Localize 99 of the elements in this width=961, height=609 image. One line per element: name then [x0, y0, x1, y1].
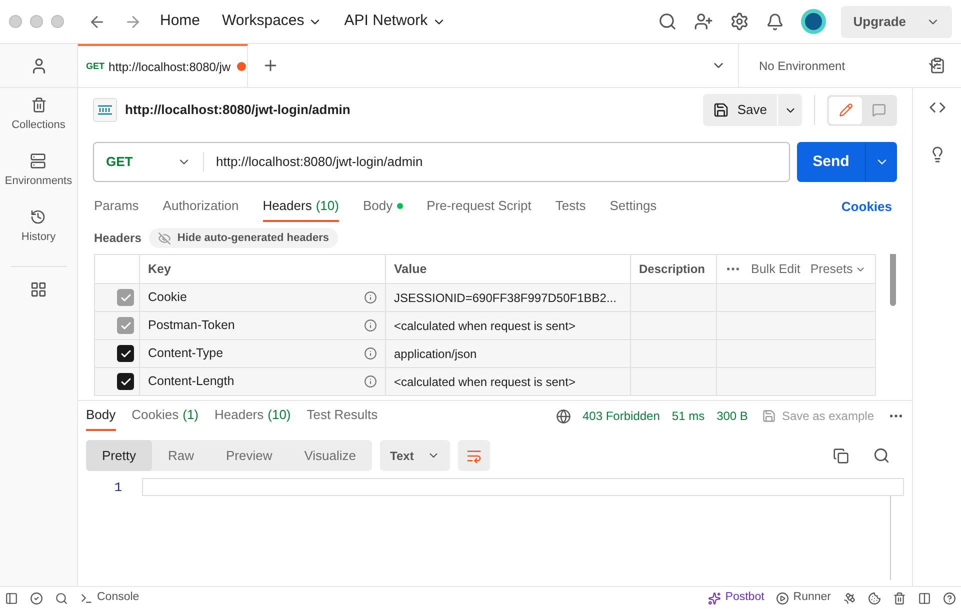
- request-option-tab[interactable]: Pre-request Script: [426, 192, 532, 222]
- request-option-tab[interactable]: Authorization: [162, 192, 239, 222]
- wrap-icon: [466, 448, 482, 464]
- view-mode-tab[interactable]: Visualize: [288, 440, 372, 471]
- comment-icon: [872, 103, 886, 117]
- column-header: Value: [386, 255, 631, 283]
- header-key: Cookie: [148, 288, 364, 307]
- response-time: 51 ms: [672, 408, 705, 425]
- help-icon[interactable]: [943, 592, 956, 604]
- search-icon[interactable]: [55, 592, 68, 604]
- checkbox[interactable]: [117, 345, 134, 362]
- invite-user-icon[interactable]: [694, 12, 714, 31]
- hide-headers-toggle[interactable]: Hide auto-generated headers: [149, 228, 338, 248]
- terminal-icon: [80, 592, 93, 604]
- sidebar-item[interactable]: Collections: [12, 97, 66, 144]
- header-value: JSESSIONID=690FF38F997D50F1BB2...: [394, 290, 616, 306]
- trash-icon[interactable]: [893, 592, 906, 604]
- postbot-button[interactable]: Postbot: [708, 589, 764, 607]
- info-icon[interactable]: [364, 291, 377, 304]
- check-icon: [120, 292, 132, 304]
- status-code: 403 Forbidden: [582, 408, 660, 425]
- request-tab[interactable]: GET http://localhost:8080/jw: [78, 44, 248, 87]
- header-key: Content-Length: [148, 372, 364, 391]
- request-option-tab[interactable]: Params: [94, 192, 139, 222]
- info-icon[interactable]: [364, 319, 377, 332]
- save-button[interactable]: Save: [703, 94, 777, 126]
- request-option-tab[interactable]: Settings: [610, 192, 657, 222]
- method-label: GET: [86, 60, 105, 73]
- view-mode-tab[interactable]: Raw: [152, 440, 210, 471]
- line-number: 1: [114, 479, 122, 497]
- settings-icon[interactable]: [730, 12, 750, 31]
- avatar-icon[interactable]: [801, 9, 826, 34]
- globe-icon[interactable]: [556, 408, 570, 424]
- play-icon: [776, 592, 790, 604]
- environment-quick-look-icon[interactable]: [928, 57, 946, 74]
- sidebar-item-icon: [30, 97, 46, 113]
- request-option-tab[interactable]: Headers (10): [262, 192, 339, 222]
- check-icon: [120, 320, 132, 332]
- satellite-icon[interactable]: [843, 592, 856, 604]
- environment-select[interactable]: No Environment: [739, 44, 961, 87]
- top-nav-menu[interactable]: Home: [160, 10, 200, 33]
- sidebar-toggle-icon[interactable]: [5, 592, 18, 604]
- top-nav-menu[interactable]: Workspaces: [222, 10, 322, 33]
- search-icon[interactable]: [658, 12, 678, 31]
- cookies-link[interactable]: Cookies: [841, 197, 892, 217]
- info-icon[interactable]: [364, 375, 377, 388]
- view-mode-tab[interactable]: Preview: [210, 440, 288, 471]
- format-select[interactable]: Text: [380, 440, 450, 471]
- top-nav-menu[interactable]: API Network: [344, 10, 446, 33]
- cookie-icon[interactable]: [868, 592, 881, 604]
- url-field[interactable]: GET http://localhost:8080/jwt-login/admin: [93, 142, 790, 182]
- check-icon: [120, 376, 132, 388]
- header-value: application/json: [394, 346, 477, 362]
- request-option-tab[interactable]: Tests: [555, 192, 586, 222]
- runner-button[interactable]: Runner: [776, 589, 831, 607]
- pencil-icon: [838, 103, 852, 117]
- copy-icon[interactable]: [833, 448, 849, 464]
- response-tab[interactable]: Test Results: [306, 401, 378, 431]
- tab-title: http://localhost:8080/jw: [108, 58, 231, 76]
- column-header: Description: [631, 255, 717, 283]
- upgrade-button[interactable]: Upgrade: [841, 6, 952, 38]
- checkbox[interactable]: [117, 373, 134, 390]
- request-name: http://localhost:8080/jwt-login/admin: [125, 101, 352, 120]
- sidebar-item-icon: [30, 153, 46, 169]
- bulk-edit-button[interactable]: Bulk Edit: [751, 260, 800, 278]
- presets-button[interactable]: Presets: [810, 260, 866, 278]
- response-tab[interactable]: Body: [86, 401, 116, 431]
- header-value: <calculated when request is sent>: [394, 374, 576, 390]
- column-header: Key: [140, 255, 386, 283]
- eye-off-icon: [158, 232, 172, 244]
- sidebar-item[interactable]: Environments: [4, 153, 72, 200]
- check-icon: [120, 348, 132, 360]
- search-icon[interactable]: [873, 447, 890, 464]
- method-select[interactable]: GET: [94, 152, 204, 172]
- scrollbar[interactable]: [890, 254, 896, 306]
- info-icon[interactable]: [364, 347, 377, 360]
- section-title: Headers: [94, 230, 142, 247]
- view-mode-tab[interactable]: Pretty: [86, 440, 152, 471]
- header-key: Postman-Token: [148, 316, 364, 335]
- edit-mode-button[interactable]: [829, 96, 862, 124]
- notifications-icon[interactable]: [766, 12, 784, 30]
- two-pane-icon[interactable]: [918, 592, 931, 604]
- send-button[interactable]: Send: [797, 142, 865, 182]
- response-size: 300 B: [716, 408, 748, 425]
- save-icon: [713, 102, 730, 118]
- wrap-lines-button[interactable]: [458, 440, 490, 471]
- http-icon: [93, 98, 117, 122]
- header-value: <calculated when request is sent>: [394, 318, 576, 334]
- header-key: Content-Type: [148, 344, 364, 363]
- response-tab[interactable]: Cookies (1): [132, 401, 198, 431]
- check-circle-icon[interactable]: [30, 592, 43, 604]
- save-icon: [762, 409, 776, 423]
- sparkle-icon: [708, 592, 722, 604]
- grid-add-icon[interactable]: [30, 281, 47, 298]
- sidebar-item-icon: [30, 209, 46, 225]
- sidebar-item[interactable]: History: [21, 209, 56, 256]
- console-button[interactable]: Console: [80, 589, 140, 607]
- response-tab[interactable]: Headers (10): [214, 401, 291, 431]
- request-option-tab[interactable]: Body: [362, 192, 403, 222]
